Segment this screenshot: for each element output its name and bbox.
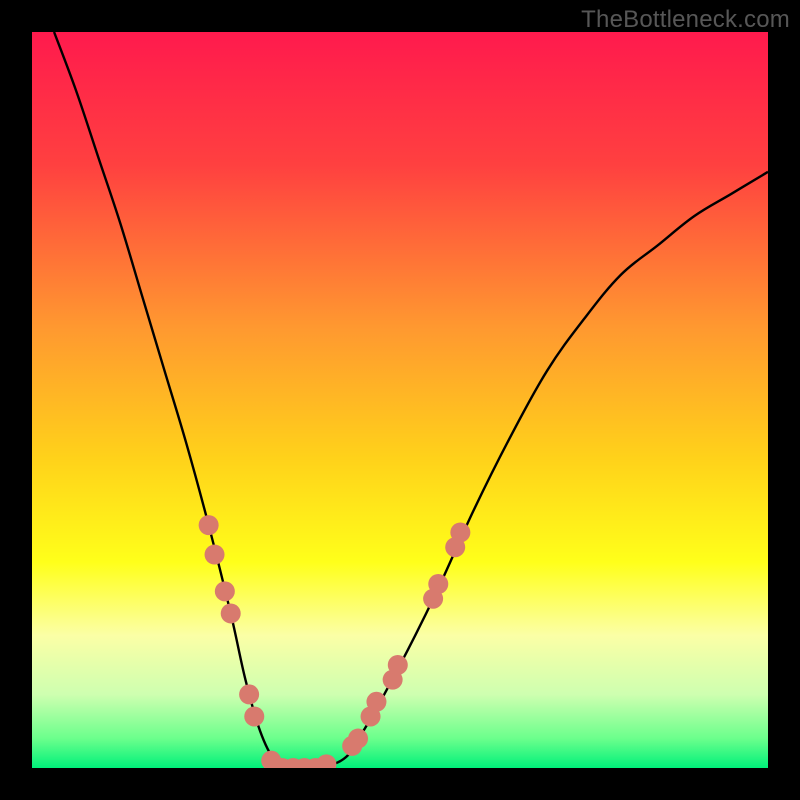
data-marker (244, 706, 264, 726)
data-marker (388, 655, 408, 675)
data-marker (348, 729, 368, 749)
chart-frame: TheBottleneck.com (0, 0, 800, 800)
bottleneck-curve (54, 32, 768, 768)
data-marker (428, 574, 448, 594)
watermark-label: TheBottleneck.com (581, 6, 790, 34)
data-marker (450, 522, 470, 542)
data-marker (205, 545, 225, 565)
data-marker (366, 692, 386, 712)
chart-canvas (32, 32, 768, 768)
data-marker (316, 754, 336, 768)
plot-area (32, 32, 768, 768)
data-marker (215, 581, 235, 601)
data-marker (239, 684, 259, 704)
data-marker (199, 515, 219, 535)
data-markers (199, 515, 471, 768)
data-marker (221, 603, 241, 623)
